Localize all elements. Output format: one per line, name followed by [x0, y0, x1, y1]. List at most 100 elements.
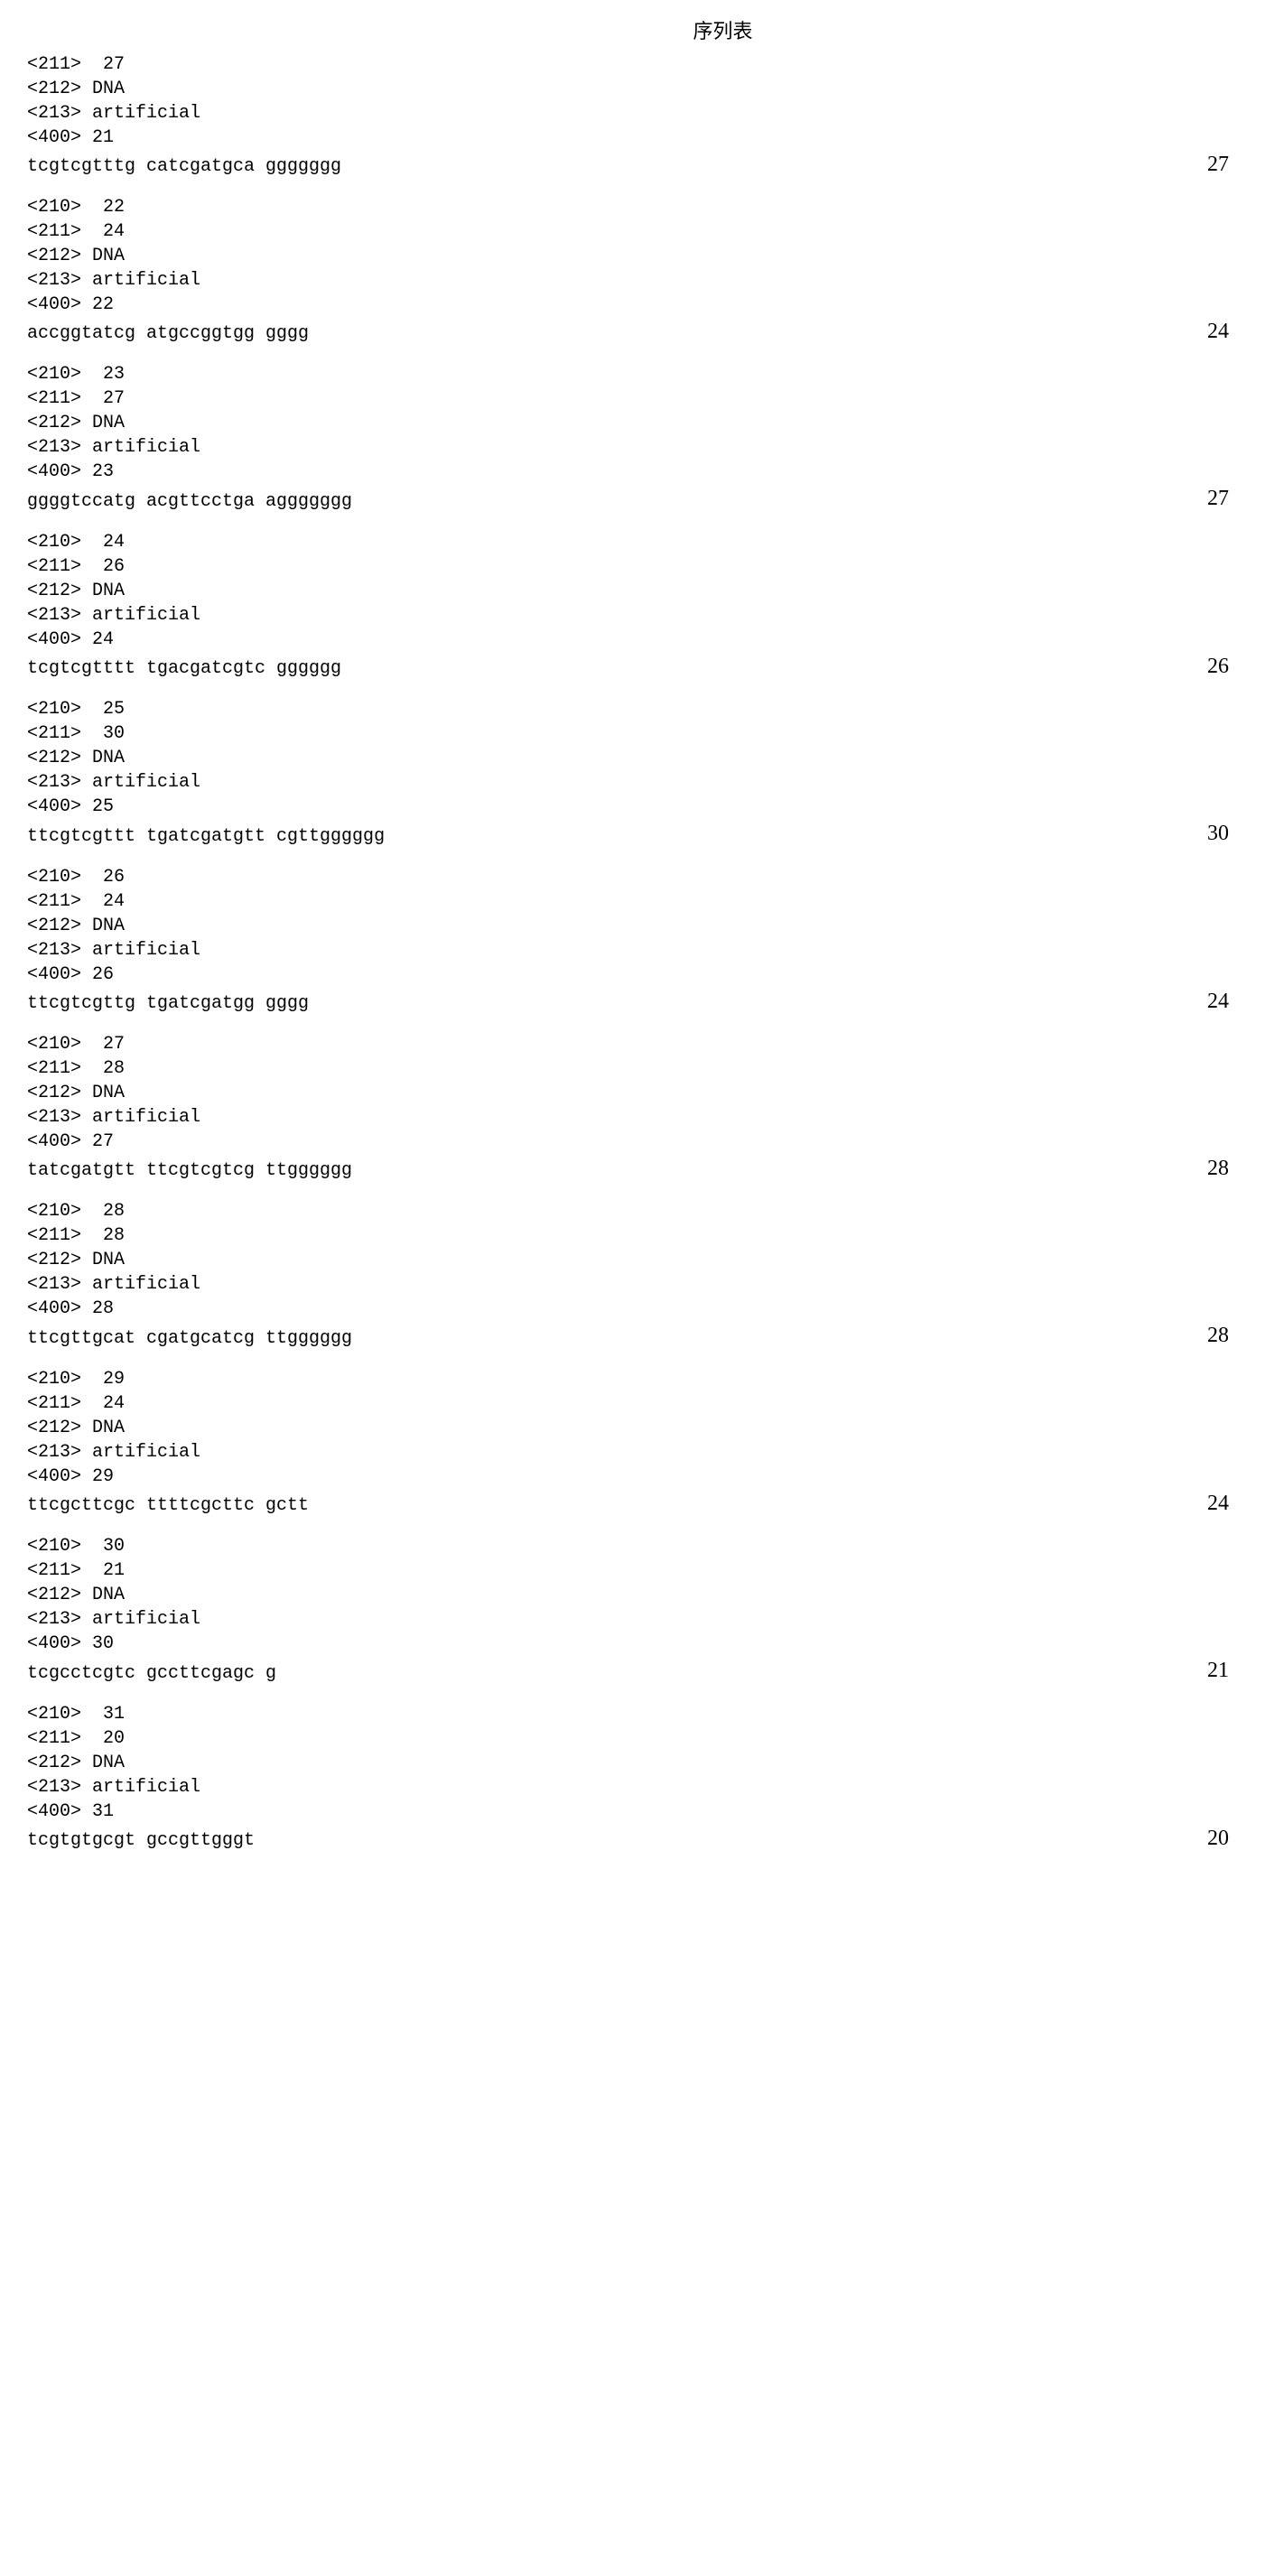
entry-metadata-line: <210> 31	[27, 1702, 1238, 1726]
sequence-length: 21	[1207, 1656, 1238, 1685]
entry-metadata-line: <211> 28	[27, 1223, 1238, 1248]
entry-metadata-line: <400> 26	[27, 963, 1238, 987]
entry-metadata-line: <213> artificial	[27, 603, 1238, 628]
entry-metadata-line: <400> 30	[27, 1632, 1238, 1656]
sequence-row: ggggtccatg acgttcctga aggggggg 27	[27, 484, 1238, 513]
sequence-entry: <210> 24<211> 26<212> DNA<213> artificia…	[27, 530, 1238, 681]
entry-metadata-line: <211> 26	[27, 554, 1238, 579]
sequence-text: tcgtgtgcgt gccgttgggt	[27, 1828, 255, 1853]
sequence-row: tatcgatgtt ttcgtcgtcg ttgggggg 28	[27, 1154, 1238, 1183]
entry-metadata-line: <212> DNA	[27, 1081, 1238, 1105]
sequence-entry: <210> 30<211> 21<212> DNA<213> artificia…	[27, 1534, 1238, 1685]
sequence-entry: <210> 31<211> 20<212> DNA<213> artificia…	[27, 1702, 1238, 1853]
sequence-row: tcgtcgtttg catcgatgca ggggggg 27	[27, 150, 1238, 179]
entry-metadata-line: <213> artificial	[27, 1440, 1238, 1465]
entry-metadata-line: <213> artificial	[27, 435, 1238, 460]
entry-metadata-line: <212> DNA	[27, 1751, 1238, 1775]
entry-metadata-line: <400> 27	[27, 1130, 1238, 1154]
sequence-length: 26	[1207, 652, 1238, 681]
sequence-row: ttcgtcgttt tgatcgatgtt cgttgggggg 30	[27, 819, 1238, 848]
sequence-entry: <210> 22<211> 24<212> DNA<213> artificia…	[27, 195, 1238, 346]
entry-metadata-line: <212> DNA	[27, 77, 1238, 101]
entry-metadata-line: <212> DNA	[27, 1583, 1238, 1607]
sequence-entry: <210> 23<211> 27<212> DNA<213> artificia…	[27, 362, 1238, 513]
entry-metadata-line: <213> artificial	[27, 268, 1238, 293]
entry-metadata-line: <213> artificial	[27, 1105, 1238, 1130]
sequence-length: 24	[1207, 1489, 1238, 1518]
sequence-text: ttcgtcgttg tgatcgatgg gggg	[27, 991, 309, 1016]
entry-metadata-line: <210> 23	[27, 362, 1238, 386]
entry-metadata-line: <213> artificial	[27, 938, 1238, 963]
entry-metadata-line: <212> DNA	[27, 914, 1238, 938]
sequence-entry: <210> 28<211> 28<212> DNA<213> artificia…	[27, 1199, 1238, 1350]
sequence-row: ttcgtcgttg tgatcgatgg gggg 24	[27, 987, 1238, 1016]
sequence-length: 20	[1207, 1824, 1238, 1853]
entry-metadata-line: <212> DNA	[27, 411, 1238, 435]
sequence-text: accggtatcg atgccggtgg gggg	[27, 321, 309, 346]
entry-metadata-line: <210> 22	[27, 195, 1238, 219]
sequence-text: ttcgtcgttt tgatcgatgtt cgttgggggg	[27, 824, 385, 849]
sequence-entry: <210> 29<211> 24<212> DNA<213> artificia…	[27, 1367, 1238, 1518]
entry-metadata-line: <211> 30	[27, 721, 1238, 746]
sequence-length: 24	[1207, 987, 1238, 1016]
entry-metadata-line: <400> 29	[27, 1465, 1238, 1489]
page-title: 序列表	[208, 18, 1238, 45]
sequence-text: ttcgcttcgc ttttcgcttc gctt	[27, 1493, 309, 1518]
entry-metadata-line: <212> DNA	[27, 1416, 1238, 1440]
entry-metadata-line: <213> artificial	[27, 1272, 1238, 1297]
sequence-text: tatcgatgtt ttcgtcgtcg ttgggggg	[27, 1158, 352, 1183]
entry-metadata-line: <211> 24	[27, 889, 1238, 914]
entry-metadata-line: <213> artificial	[27, 770, 1238, 795]
sequence-length: 24	[1207, 317, 1238, 346]
sequence-length: 28	[1207, 1154, 1238, 1183]
sequence-row: tcgtcgtttt tgacgatcgtc gggggg 26	[27, 652, 1238, 681]
sequence-text: tcgtcgtttt tgacgatcgtc gggggg	[27, 656, 341, 681]
entry-metadata-line: <211> 24	[27, 1391, 1238, 1416]
entry-metadata-line: <211> 20	[27, 1726, 1238, 1751]
sequence-entry: <210> 27<211> 28<212> DNA<213> artificia…	[27, 1032, 1238, 1183]
entry-metadata-line: <211> 27	[27, 52, 1238, 77]
entry-metadata-line: <400> 21	[27, 126, 1238, 150]
entry-metadata-line: <211> 21	[27, 1558, 1238, 1583]
sequence-entry: <210> 26<211> 24<212> DNA<213> artificia…	[27, 865, 1238, 1016]
entry-metadata-line: <212> DNA	[27, 1248, 1238, 1272]
sequence-text: ttcgttgcat cgatgcatcg ttgggggg	[27, 1326, 352, 1351]
entry-metadata-line: <213> artificial	[27, 1607, 1238, 1632]
entry-metadata-line: <400> 28	[27, 1297, 1238, 1321]
entry-metadata-line: <213> artificial	[27, 101, 1238, 126]
sequence-text: tcgtcgtttg catcgatgca ggggggg	[27, 154, 341, 179]
entry-metadata-line: <212> DNA	[27, 579, 1238, 603]
sequence-row: ttcgcttcgc ttttcgcttc gctt 24	[27, 1489, 1238, 1518]
entry-metadata-line: <210> 30	[27, 1534, 1238, 1558]
sequence-length: 28	[1207, 1321, 1238, 1350]
sequence-row: tcgtgtgcgt gccgttgggt 20	[27, 1824, 1238, 1853]
entry-metadata-line: <212> DNA	[27, 746, 1238, 770]
sequence-length: 30	[1207, 819, 1238, 848]
entry-metadata-line: <400> 25	[27, 795, 1238, 819]
sequence-row: ttcgttgcat cgatgcatcg ttgggggg 28	[27, 1321, 1238, 1350]
sequence-listing: <211> 27<212> DNA<213> artificial<400> 2…	[27, 52, 1238, 1853]
sequence-text: tcgcctcgtc gccttcgagc g	[27, 1661, 276, 1686]
sequence-length: 27	[1207, 484, 1238, 513]
entry-metadata-line: <210> 25	[27, 697, 1238, 721]
entry-metadata-line: <210> 29	[27, 1367, 1238, 1391]
entry-metadata-line: <210> 27	[27, 1032, 1238, 1056]
entry-metadata-line: <211> 28	[27, 1056, 1238, 1081]
entry-metadata-line: <211> 27	[27, 386, 1238, 411]
entry-metadata-line: <400> 23	[27, 460, 1238, 484]
sequence-entry: <211> 27<212> DNA<213> artificial<400> 2…	[27, 52, 1238, 179]
entry-metadata-line: <210> 28	[27, 1199, 1238, 1223]
sequence-row: accggtatcg atgccggtgg gggg 24	[27, 317, 1238, 346]
entry-metadata-line: <210> 24	[27, 530, 1238, 554]
sequence-entry: <210> 25<211> 30<212> DNA<213> artificia…	[27, 697, 1238, 848]
entry-metadata-line: <400> 22	[27, 293, 1238, 317]
entry-metadata-line: <210> 26	[27, 865, 1238, 889]
sequence-row: tcgcctcgtc gccttcgagc g 21	[27, 1656, 1238, 1685]
sequence-text: ggggtccatg acgttcctga aggggggg	[27, 489, 352, 514]
entry-metadata-line: <400> 24	[27, 628, 1238, 652]
entry-metadata-line: <400> 31	[27, 1799, 1238, 1824]
sequence-length: 27	[1207, 150, 1238, 179]
entry-metadata-line: <213> artificial	[27, 1775, 1238, 1799]
entry-metadata-line: <211> 24	[27, 219, 1238, 244]
entry-metadata-line: <212> DNA	[27, 244, 1238, 268]
